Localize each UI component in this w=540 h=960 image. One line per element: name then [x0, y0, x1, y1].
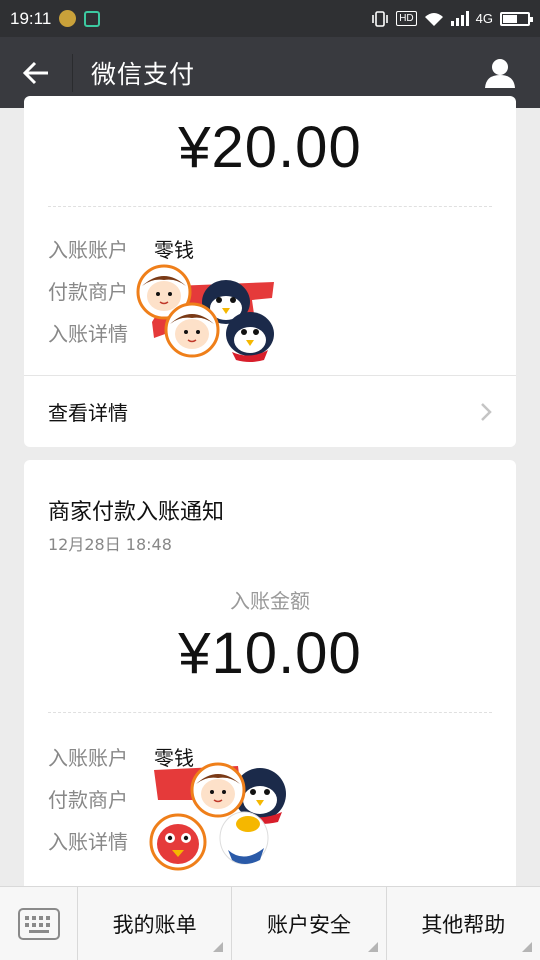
- redaction-sticker-image: [149, 762, 286, 871]
- submenu-indicator-icon: [367, 942, 378, 952]
- battery-icon: [500, 11, 533, 26]
- menu-label: 我的账单: [112, 912, 197, 937]
- keyboard-toggle-button[interactable]: [0, 887, 78, 960]
- keyboard-icon: [17, 907, 60, 940]
- submenu-indicator-icon: [213, 942, 224, 952]
- menu-my-bills[interactable]: 我的账单: [78, 887, 233, 960]
- vibrate-icon: [372, 10, 389, 27]
- amount-label: 入账金额: [230, 589, 310, 613]
- view-details-button[interactable]: 查看详情: [24, 375, 516, 447]
- chevron-right-icon: [481, 402, 492, 421]
- submenu-indicator-icon: [521, 942, 532, 952]
- row-value: 零钱: [154, 238, 194, 262]
- row-account: 入账账户 零钱: [48, 234, 194, 263]
- scan-app-icon: [84, 10, 101, 27]
- notification-app-icon: [59, 10, 77, 27]
- row-detail: 入账详情: [48, 826, 154, 855]
- status-bar: 19:11 HD 4G: [0, 0, 540, 37]
- divider: [48, 712, 492, 713]
- notice-title: 商家付款入账通知: [48, 500, 225, 525]
- menu-account-security[interactable]: 账户安全: [232, 887, 387, 960]
- payment-card-2: 商家付款入账通知 12月28日 18:48 入账金额 ¥10.00 入账账户 零…: [24, 460, 516, 920]
- row-label: 入账账户: [48, 746, 128, 770]
- view-details-label: 查看详情: [48, 401, 128, 425]
- row-label: 付款商户: [48, 788, 128, 812]
- menu-other-help[interactable]: 其他帮助: [387, 887, 540, 960]
- divider: [48, 206, 492, 207]
- status-time: 19:11: [10, 8, 52, 28]
- hd-indicator: HD: [396, 11, 417, 26]
- menu-label: 账户安全: [266, 912, 351, 937]
- amount-value: ¥10.00: [178, 621, 362, 686]
- row-label: 入账账户: [48, 238, 128, 262]
- page-title: 微信支付: [91, 59, 196, 89]
- notice-date: 12月28日 18:48: [48, 535, 172, 554]
- signal-icon: [450, 11, 469, 26]
- amount-value: ¥20.00: [178, 115, 362, 180]
- network-type: 4G: [475, 11, 493, 26]
- row-label: 入账详情: [48, 830, 128, 854]
- wifi-icon: [424, 12, 443, 26]
- redaction-sticker-image: [136, 264, 274, 362]
- arrow-left-icon: [22, 61, 48, 84]
- bottom-menu-bar: 我的账单 账户安全 其他帮助: [0, 886, 540, 960]
- person-icon: [485, 58, 515, 88]
- menu-label: 其他帮助: [421, 912, 506, 937]
- battery-level: [503, 14, 517, 23]
- payment-card-1: ¥20.00 入账账户 零钱 付款商户 入账详情 查看详情: [24, 96, 516, 447]
- row-merchant: 付款商户: [48, 784, 154, 813]
